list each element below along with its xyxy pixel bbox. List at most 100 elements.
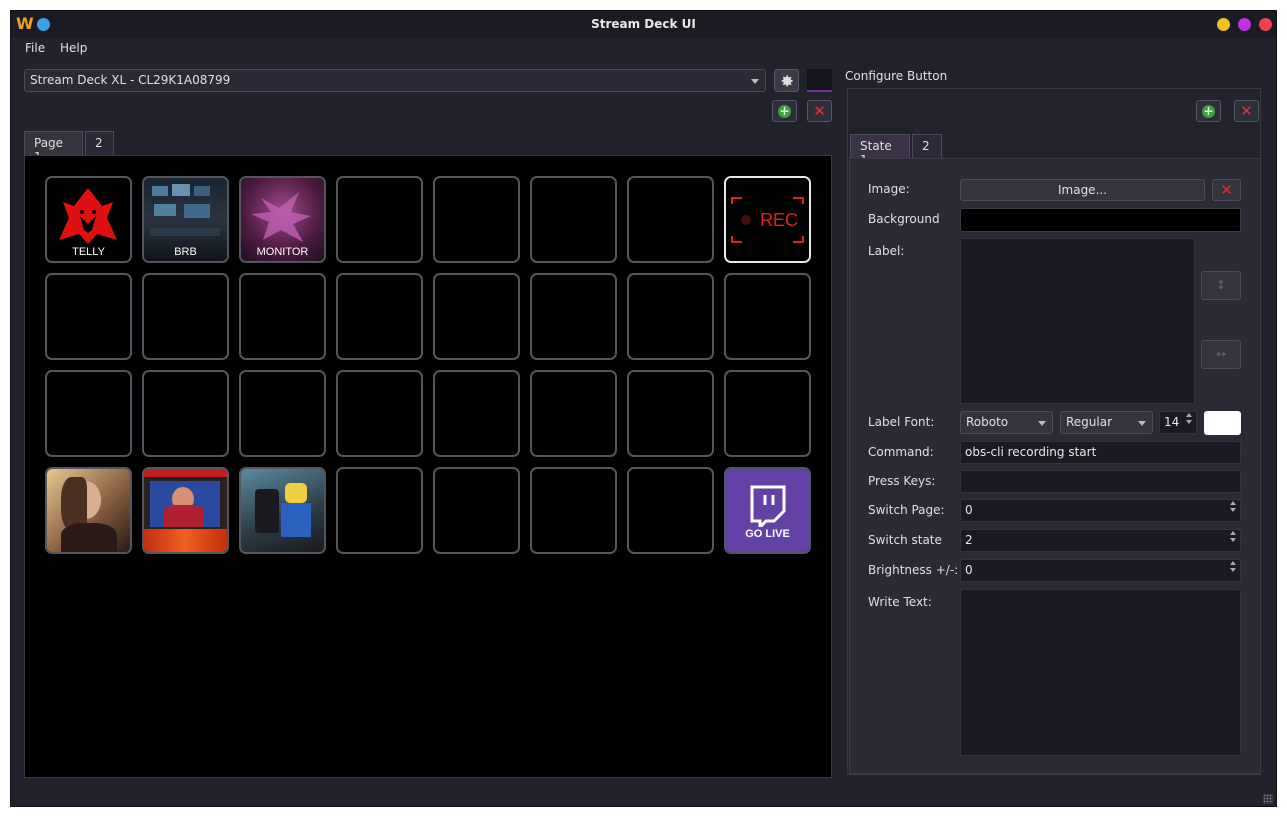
brightness-value: 0: [965, 563, 973, 577]
write-text-label: Write Text:: [868, 595, 932, 609]
rec-indicator-icon: REC: [726, 178, 809, 261]
brightness-stepper[interactable]: 0: [960, 559, 1241, 582]
deck-key[interactable]: [45, 467, 132, 554]
deck-key[interactable]: BRB: [142, 176, 229, 263]
deck-key[interactable]: [530, 370, 617, 457]
deck-key[interactable]: [45, 370, 132, 457]
label-font-label: Label Font:: [868, 415, 935, 429]
menu-help[interactable]: Help: [60, 41, 87, 55]
spinner-arrows-icon[interactable]: [1228, 501, 1238, 512]
deck-key[interactable]: [627, 370, 714, 457]
deck-key[interactable]: [433, 467, 520, 554]
deck-key-label: BRB: [174, 246, 197, 258]
deck-key[interactable]: GO LIVE: [724, 467, 811, 554]
deck-key[interactable]: [336, 176, 423, 263]
label-text-field[interactable]: [960, 238, 1195, 404]
choose-image-button[interactable]: Image...: [960, 179, 1205, 201]
deck-key[interactable]: [433, 273, 520, 360]
close-icon: ✕: [813, 101, 826, 120]
remove-state-button[interactable]: ✕: [1234, 100, 1259, 122]
deck-key[interactable]: [627, 273, 714, 360]
minimize-button[interactable]: [1217, 18, 1230, 31]
tab-page-1[interactable]: Page 1: [24, 131, 83, 164]
deck-key[interactable]: [142, 467, 229, 554]
svg-text:REC: REC: [760, 210, 798, 230]
command-input[interactable]: obs-cli recording start: [960, 441, 1241, 464]
device-select[interactable]: Stream Deck XL - CL29K1A08799: [24, 69, 766, 92]
spinner-arrows-icon[interactable]: [1228, 531, 1238, 542]
deck-key[interactable]: [336, 467, 423, 554]
deck-key[interactable]: [142, 273, 229, 360]
chevron-down-icon: [751, 79, 759, 84]
deck-color-swatch[interactable]: [807, 69, 832, 92]
deck-key[interactable]: [336, 273, 423, 360]
switch-page-stepper[interactable]: 0: [960, 499, 1241, 522]
deck-key[interactable]: [433, 370, 520, 457]
menu-file[interactable]: File: [25, 41, 45, 55]
font-select[interactable]: Roboto: [960, 411, 1053, 434]
window-title: Stream Deck UI: [591, 17, 696, 31]
switch-state-value: 2: [965, 533, 973, 547]
press-keys-label: Press Keys:: [868, 474, 936, 488]
font-size-stepper[interactable]: 14: [1159, 411, 1197, 434]
switch-page-value: 0: [965, 503, 973, 517]
font-style-value: Regular: [1066, 415, 1113, 429]
horizontal-arrows-icon: ↔: [1215, 347, 1227, 361]
deck-key[interactable]: [627, 176, 714, 263]
close-icon: ✕: [1220, 181, 1233, 199]
deck-key[interactable]: [45, 273, 132, 360]
deck-key[interactable]: [239, 273, 326, 360]
deck-key[interactable]: [336, 370, 423, 457]
vertical-align-button[interactable]: ↕: [1201, 271, 1241, 300]
deck-key[interactable]: [530, 176, 617, 263]
resize-grip-icon[interactable]: [1263, 794, 1273, 804]
label-label: Label:: [868, 244, 905, 258]
close-icon: ✕: [1240, 101, 1253, 120]
press-keys-input[interactable]: [960, 470, 1241, 493]
spinner-arrows-icon[interactable]: [1184, 413, 1194, 424]
deck-key[interactable]: [627, 467, 714, 554]
menu-bar: File Help: [11, 38, 1276, 60]
deck-key[interactable]: [239, 467, 326, 554]
gear-icon: [781, 74, 793, 86]
deck-key[interactable]: [239, 370, 326, 457]
tab-page-2[interactable]: 2: [85, 131, 114, 155]
switch-page-label: Switch Page:: [868, 503, 945, 517]
deck-key[interactable]: [724, 273, 811, 360]
deck-key[interactable]: REC: [724, 176, 811, 263]
deck-key[interactable]: [142, 370, 229, 457]
remove-page-button[interactable]: ✕: [807, 100, 832, 122]
font-select-value: Roboto: [966, 415, 1009, 429]
switch-state-stepper[interactable]: 2: [960, 529, 1241, 552]
deck-key[interactable]: [724, 370, 811, 457]
write-text-field[interactable]: [960, 589, 1241, 756]
font-color-picker[interactable]: [1204, 411, 1241, 435]
remove-image-button[interactable]: ✕: [1212, 179, 1241, 201]
close-window-button[interactable]: [1259, 18, 1272, 31]
vertical-arrows-icon: ↕: [1215, 278, 1227, 292]
deck-key[interactable]: MONITOR: [239, 176, 326, 263]
background-label: Background: [868, 212, 940, 226]
deck-key[interactable]: [530, 467, 617, 554]
command-label: Command:: [868, 445, 934, 459]
image-label: Image:: [868, 182, 910, 196]
deck-key-label: MONITOR: [256, 246, 309, 258]
maximize-button[interactable]: [1238, 18, 1251, 31]
deck-key[interactable]: TELLY: [45, 176, 132, 263]
plus-icon: +: [1202, 103, 1215, 118]
spinner-arrows-icon[interactable]: [1228, 561, 1238, 572]
device-select-value: Stream Deck XL - CL29K1A08799: [30, 73, 231, 87]
background-color-picker[interactable]: [960, 208, 1241, 232]
deck-key[interactable]: [433, 176, 520, 263]
streamer-webcam-icon: [144, 469, 227, 552]
add-page-button[interactable]: +: [772, 100, 797, 122]
horizontal-align-button[interactable]: ↔: [1201, 340, 1241, 369]
chevron-down-icon: [1038, 421, 1046, 426]
add-state-button[interactable]: +: [1196, 100, 1221, 122]
title-bar[interactable]: W Stream Deck UI: [11, 11, 1276, 38]
font-style-select[interactable]: Regular: [1060, 411, 1153, 434]
deck-key[interactable]: [530, 273, 617, 360]
tab-state-2[interactable]: 2: [912, 134, 942, 158]
tab-state-1[interactable]: State 1: [850, 134, 910, 167]
settings-button[interactable]: [774, 69, 799, 92]
